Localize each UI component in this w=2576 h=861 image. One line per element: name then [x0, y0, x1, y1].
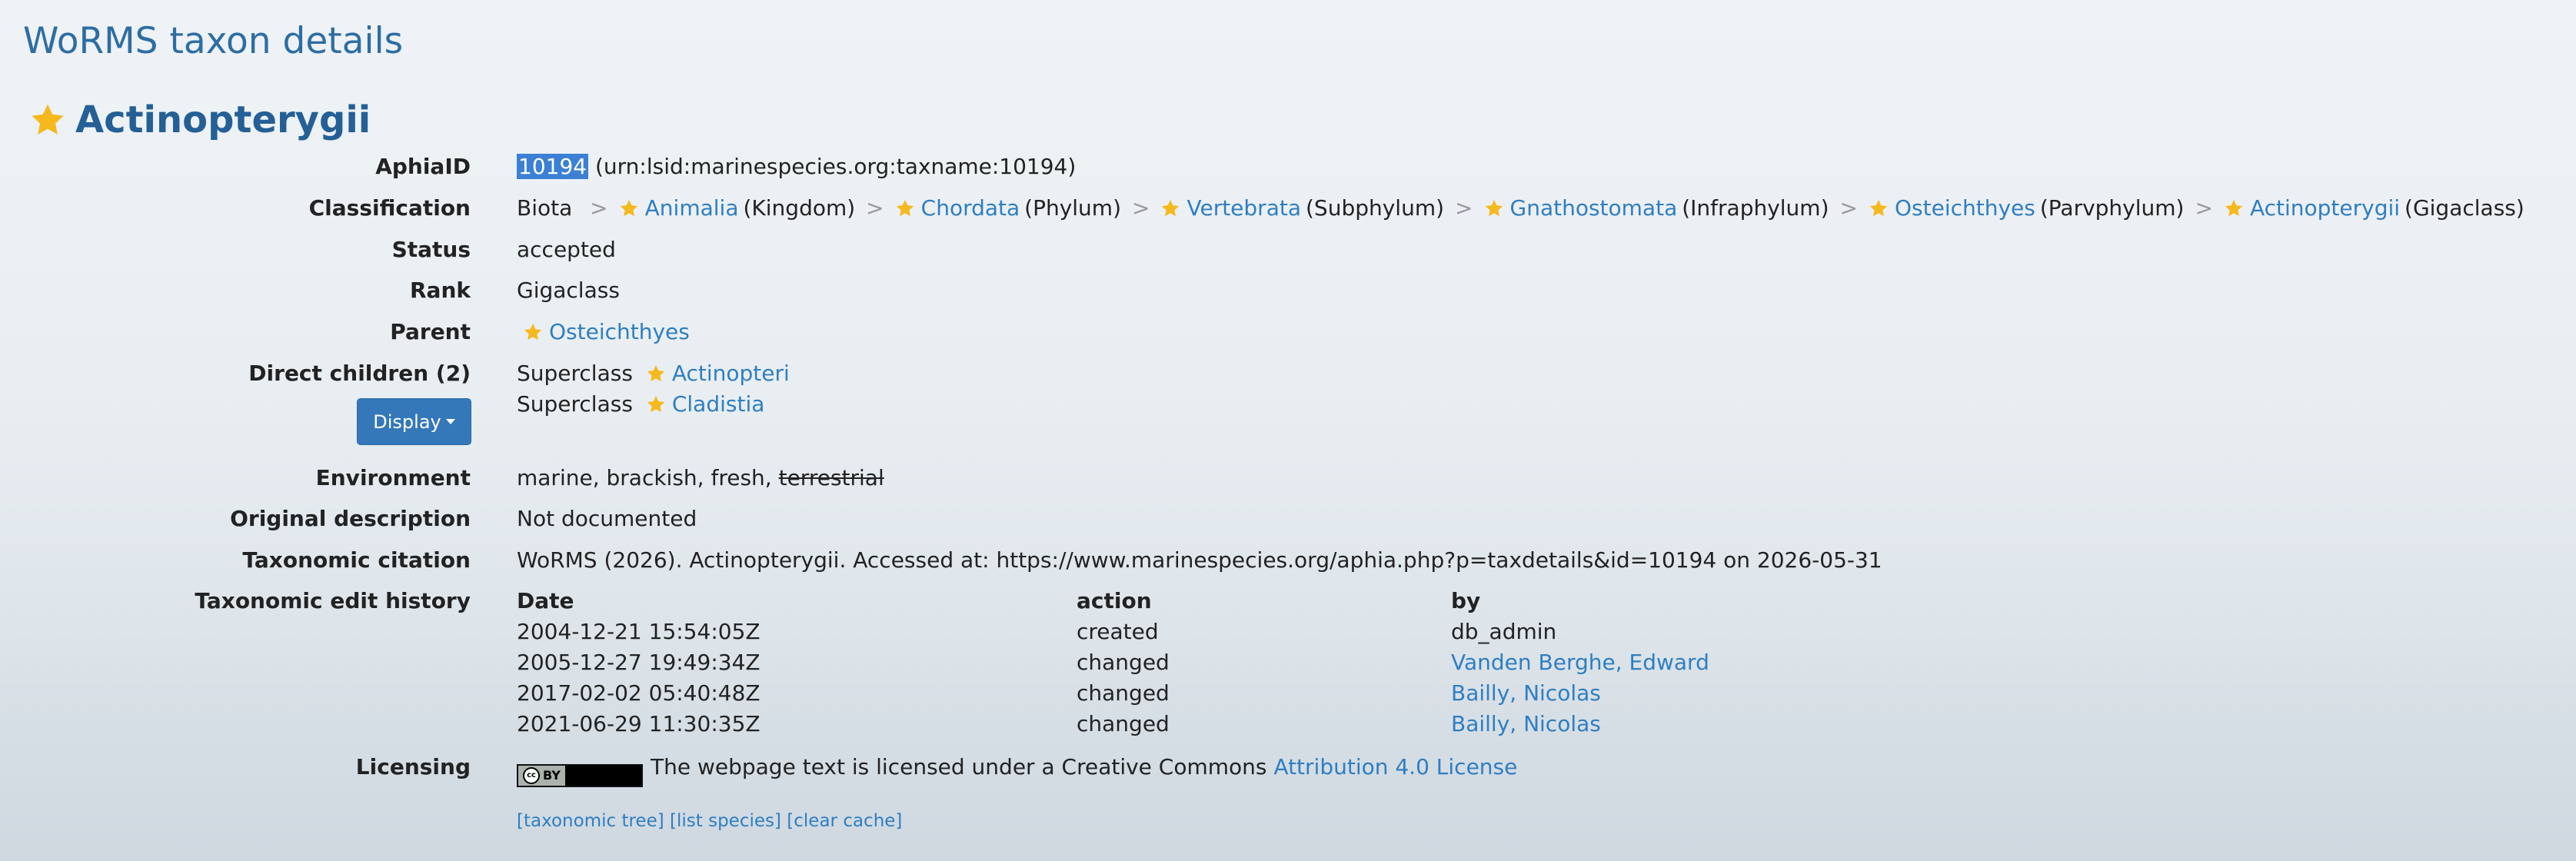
classification-item: Vertebrata (Subphylum) [1160, 195, 1444, 221]
original-description-value: Not documented [517, 506, 697, 531]
history-by[interactable]: Vanden Berghe, Edward [1451, 647, 1709, 678]
star-icon[interactable] [646, 364, 666, 384]
history-header-by: by [1451, 588, 1481, 613]
history-header-action: action [1077, 588, 1152, 613]
star-icon[interactable] [29, 101, 66, 138]
history-action: changed [1077, 680, 1170, 706]
taxonomic-tree-link[interactable]: [taxonomic tree] [517, 811, 664, 831]
history-action: changed [1077, 711, 1170, 736]
child-item: Superclass Cladistia [517, 389, 764, 420]
environment-label: Environment [315, 465, 471, 490]
status-value: accepted [517, 237, 616, 262]
star-icon[interactable] [1160, 198, 1180, 218]
rank-label: Rank [409, 278, 471, 303]
history-action: created [1077, 619, 1159, 644]
cc-by-badge[interactable]: cc BY [517, 764, 643, 787]
display-button[interactable]: Display [357, 398, 471, 445]
classification-item: Chordata (Phylum) [895, 195, 1121, 221]
breadcrumb-separator: > [866, 195, 884, 221]
footer-links: [taxonomic tree] [list species] [clear c… [517, 811, 902, 831]
caret-down-icon [445, 419, 455, 424]
breadcrumb-separator: > [1455, 195, 1473, 221]
classification-item: Osteichthyes (Parvphylum) [1869, 195, 2184, 221]
star-icon[interactable] [1869, 198, 1889, 218]
citation-label: Taxonomic citation [242, 547, 471, 573]
classification-item: Gnathostomata (Infraphylum) [1484, 195, 1829, 221]
environment-value: marine, brackish, fresh, [517, 465, 772, 490]
child-item: Superclass Actinopteri [517, 358, 790, 389]
list-species-link[interactable]: [list species] [670, 811, 781, 831]
page-title: WoRMS taxon details [23, 20, 404, 62]
original-description-label: Original description [230, 506, 471, 531]
parent-link[interactable]: Osteichthyes [549, 319, 690, 344]
classification-link[interactable]: Animalia [645, 195, 739, 221]
breadcrumb-separator: > [590, 195, 608, 221]
star-icon[interactable] [523, 322, 543, 342]
history-label: Taxonomic edit history [195, 588, 471, 613]
classification-rank: (Infraphylum) [1682, 195, 1829, 221]
license-link[interactable]: Attribution 4.0 License [1273, 754, 1517, 780]
aphia-label: AphiaID [375, 154, 471, 179]
parent-label: Parent [390, 319, 471, 344]
history-date: 2005-12-27 19:49:34Z [517, 650, 760, 675]
clear-cache-link[interactable]: [clear cache] [787, 811, 902, 831]
classification-link[interactable]: Chordata [921, 195, 1020, 221]
classification-link[interactable]: Gnathostomata [1510, 195, 1678, 221]
star-icon[interactable] [646, 394, 666, 414]
display-button-label: Display [373, 411, 441, 433]
classification-link[interactable]: Osteichthyes [1895, 195, 2035, 221]
classification-root: Biota [517, 195, 573, 221]
cc-by-text: BY [543, 768, 561, 783]
classification-rank: (Gigaclass) [2405, 195, 2524, 221]
child-rank: Superclass [517, 391, 633, 417]
citation-value: WoRMS (2026). Actinopterygii. Accessed a… [517, 547, 1882, 573]
star-icon[interactable] [619, 198, 639, 218]
classification-item: Animalia (Kingdom) [619, 195, 856, 221]
star-icon[interactable] [895, 198, 915, 218]
status-label: Status [391, 237, 471, 262]
licensing-text: The webpage text is licensed under a Cre… [651, 754, 1267, 780]
licensing-label: Licensing [355, 754, 471, 780]
history-by[interactable]: Bailly, Nicolas [1451, 678, 1601, 709]
classification-link[interactable]: Vertebrata [1186, 195, 1301, 221]
history-by: db_admin [1451, 619, 1557, 644]
history-header-date: Date [517, 588, 574, 613]
history-action: changed [1077, 650, 1170, 675]
history-by[interactable]: Bailly, Nicolas [1451, 709, 1601, 740]
star-icon[interactable] [2224, 198, 2244, 218]
environment-struck: terrestrial [778, 465, 884, 490]
classification-rank: (Parvphylum) [2039, 195, 2185, 221]
breadcrumb-separator: > [1132, 195, 1150, 221]
child-rank: Superclass [517, 361, 633, 386]
classification-label: Classification [308, 195, 471, 221]
cc-icon: cc [523, 767, 540, 784]
classification-rank: (Phylum) [1024, 195, 1122, 221]
children-label: Direct children (2) [248, 361, 471, 386]
classification-item: Actinopterygii (Gigaclass) [2224, 195, 2524, 221]
classification-rank: (Subphylum) [1306, 195, 1445, 221]
taxon-heading: Actinopterygii [29, 98, 371, 141]
breadcrumb-separator: > [2195, 195, 2213, 221]
aphia-lsid: (urn:lsid:marinespecies.org:taxname:1019… [594, 154, 1077, 179]
child-link[interactable]: Cladistia [672, 391, 765, 417]
breadcrumb-separator: > [1839, 195, 1858, 221]
aphia-id[interactable]: 10194 [517, 154, 589, 179]
history-date: 2017-02-02 05:40:48Z [517, 680, 760, 706]
taxon-name: Actinopterygii [75, 98, 371, 141]
classification-link[interactable]: Actinopterygii [2250, 195, 2400, 221]
history-date: 2004-12-21 15:54:05Z [517, 619, 760, 644]
star-icon[interactable] [1484, 198, 1504, 218]
child-link[interactable]: Actinopteri [672, 361, 790, 386]
history-date: 2021-06-29 11:30:35Z [517, 711, 760, 736]
rank-value: Gigaclass [517, 278, 620, 303]
classification-rank: (Kingdom) [743, 195, 856, 221]
